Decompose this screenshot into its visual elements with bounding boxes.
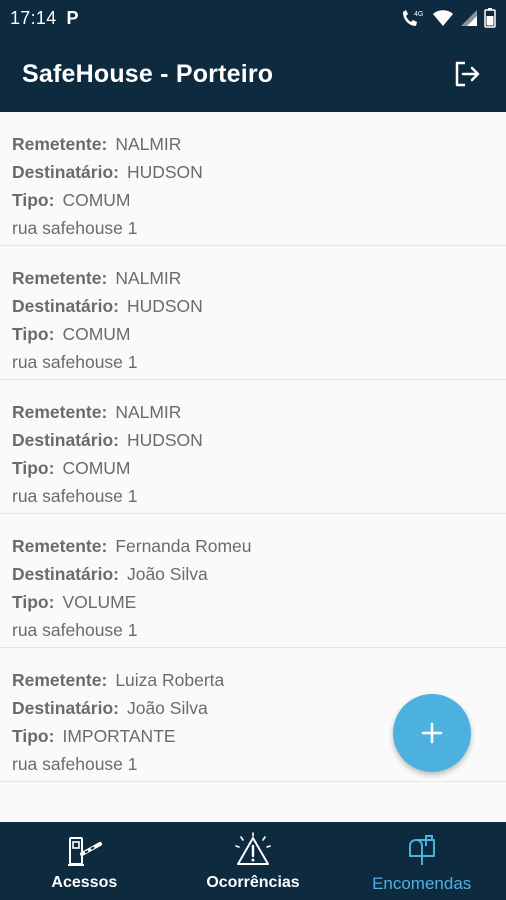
svg-text:4G: 4G [414, 11, 423, 18]
sender-label: Remetente: [12, 134, 108, 154]
status-bar: 17:14 P 4G [0, 0, 506, 36]
mailbox-icon [402, 832, 442, 868]
app-bar: SafeHouse - Porteiro [0, 36, 506, 112]
sender-label: Remetente: [12, 670, 108, 690]
sender-value: NALMIR [115, 134, 182, 154]
gate-barrier-icon [64, 832, 104, 868]
type-value: COMUM [62, 190, 131, 210]
type-label: Tipo: [12, 190, 55, 210]
type-value: VOLUME [62, 592, 137, 612]
type-value: IMPORTANTE [62, 726, 176, 746]
logout-icon [455, 61, 480, 87]
nav-label-ocorrencias: Ocorrências [206, 874, 300, 891]
battery-icon [484, 8, 496, 28]
recipient-label: Destinatário: [12, 296, 119, 316]
type-label: Tipo: [12, 726, 55, 746]
type-label: Tipo: [12, 324, 55, 344]
type-label: Tipo: [12, 592, 55, 612]
wifi-call-icon: 4G [400, 8, 426, 28]
recipient-value: HUDSON [126, 296, 203, 316]
recipient-value: João Silva [126, 564, 208, 584]
plus-icon [421, 722, 443, 744]
recipient-value: João Silva [126, 698, 208, 718]
nav-item-acessos[interactable]: Acessos [0, 822, 169, 900]
notification-p-icon: P [66, 7, 79, 28]
recipient-label: Destinatário: [12, 162, 119, 182]
type-value: COMUM [62, 324, 131, 344]
sender-label: Remetente: [12, 268, 108, 288]
address-value: rua safehouse 1 [12, 352, 138, 372]
address-value: rua safehouse 1 [12, 620, 138, 640]
recipient-label: Destinatário: [12, 564, 119, 584]
nav-item-encomendas[interactable]: Encomendas [337, 822, 506, 900]
address-value: rua safehouse 1 [12, 486, 138, 506]
wifi-icon [432, 9, 454, 27]
package-card[interactable]: Remetente: NALMIR Destinatário: HUDSON Tip… [0, 112, 506, 246]
address-value: rua safehouse 1 [12, 218, 138, 238]
sender-value: NALMIR [115, 402, 182, 422]
warning-icon [233, 832, 273, 868]
recipient-label: Destinatário: [12, 698, 119, 718]
sender-value: Fernanda Romeu [115, 536, 252, 556]
add-package-button[interactable] [393, 694, 471, 772]
nav-label-acessos: Acessos [51, 874, 118, 891]
sender-value: Luiza Roberta [115, 670, 225, 690]
package-card[interactable]: Remetente: NALMIR Destinatário: HUDSON Tip… [0, 246, 506, 380]
type-label: Tipo: [12, 458, 55, 478]
package-card[interactable]: Remetente: Fernanda Romeu Destinatário: Jo… [0, 514, 506, 648]
recipient-label: Destinatário: [12, 430, 119, 450]
recipient-value: HUDSON [126, 162, 203, 182]
signal-icon [460, 9, 478, 27]
page-title: SafeHouse - Porteiro [22, 59, 274, 88]
sender-label: Remetente: [12, 402, 108, 422]
status-time: 17:14 [10, 7, 57, 28]
nav-item-ocorrencias[interactable]: Ocorrências [169, 822, 338, 900]
package-card[interactable]: Remetente: NALMIR Destinatário: HUDSON Tip… [0, 380, 506, 514]
sender-value: NALMIR [115, 268, 182, 288]
logout-button[interactable] [450, 57, 484, 91]
nav-label-encomendas: Encomendas [372, 874, 472, 893]
type-value: COMUM [62, 458, 131, 478]
status-icons: 4G [400, 8, 496, 28]
sender-label: Remetente: [12, 536, 108, 556]
bottom-nav: Acessos Ocorrências Encomendas [0, 822, 506, 900]
recipient-value: HUDSON [126, 430, 203, 450]
